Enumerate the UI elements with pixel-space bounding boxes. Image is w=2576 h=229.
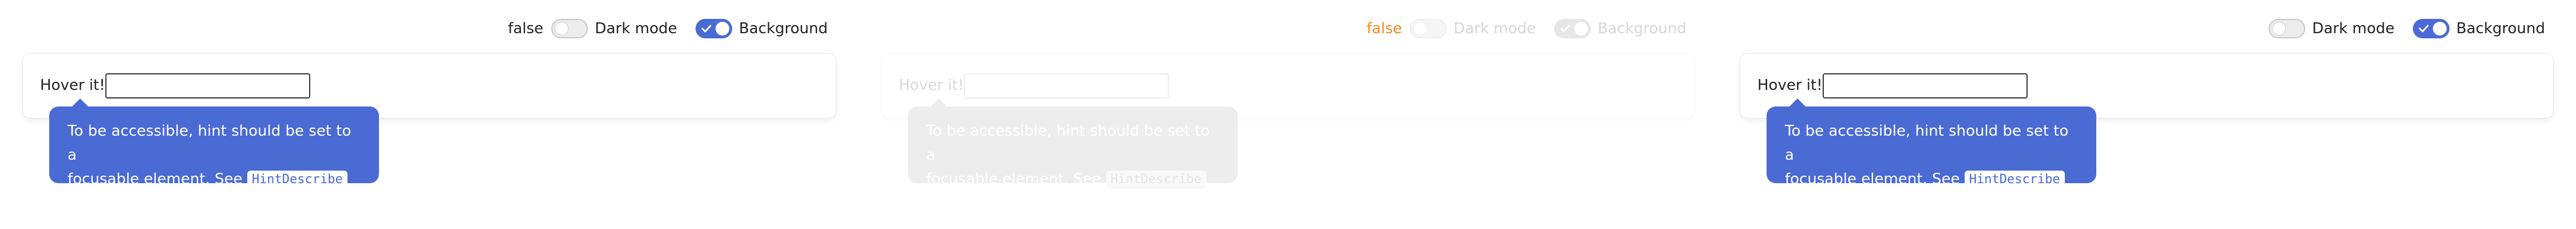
tooltip-arrow [72, 98, 88, 106]
hint-tooltip: To be accessible, hint should be set to … [908, 98, 1238, 189]
hover-label: Hover it! [1757, 77, 1823, 94]
toggle-knob [1413, 22, 1428, 35]
dark-mode-toggle[interactable] [551, 19, 588, 38]
dark-mode-label: Dark mode [2312, 20, 2395, 37]
hint-tooltip: To be accessible, hint should be set to … [1767, 98, 2096, 189]
boolean-value-text: false [1366, 20, 1402, 37]
story-panel-light-alt: Dark mode Background Hover it! To be acc… [1717, 0, 2576, 229]
background-toggle[interactable] [1554, 19, 1591, 38]
check-icon [701, 25, 712, 33]
background-label: Background [1597, 20, 1686, 37]
hint-tooltip: To be accessible, hint should be set to … [49, 98, 379, 189]
story-panel-faded: false Dark mode Background Hover it! To … [859, 0, 1717, 229]
controls-bar: false Dark mode Background [508, 17, 833, 40]
hover-input[interactable] [105, 73, 310, 98]
check-icon [1560, 25, 1570, 33]
tooltip-arrow [1789, 98, 1805, 106]
toggle-knob [715, 22, 729, 35]
toggle-knob [2272, 22, 2286, 35]
controls-bar: false Dark mode Background [1366, 17, 1692, 40]
dark-mode-label: Dark mode [595, 20, 677, 37]
boolean-value-text: false [508, 20, 544, 37]
background-toggle[interactable] [2412, 19, 2449, 38]
check-icon [2419, 25, 2429, 33]
hint-describe-code: HintDescribe [247, 170, 347, 189]
hint-describe-code: HintDescribe [1105, 170, 1206, 189]
tooltip-line-1: To be accessible, hint should be set to … [1785, 123, 2069, 164]
background-toggle[interactable] [695, 19, 732, 38]
hover-label: Hover it! [899, 77, 964, 94]
background-label: Background [2456, 20, 2545, 37]
toggle-knob [2432, 22, 2447, 35]
hover-label: Hover it! [40, 77, 105, 94]
tooltip-text-2: focusable element. See [926, 171, 1101, 188]
tooltip-line-1: To be accessible, hint should be set to … [68, 123, 351, 164]
hint-describe-code: HintDescribe [1964, 170, 2065, 189]
story-panel-light: false Dark mode Background Hover it! To … [0, 0, 859, 229]
tooltip-line-2: focusable element. See HintDescribe [68, 167, 362, 191]
dark-mode-toggle[interactable] [1410, 19, 1447, 38]
dark-mode-label: Dark mode [1453, 20, 1536, 37]
background-label: Background [738, 20, 828, 37]
toggle-knob [1574, 22, 1588, 35]
tooltip-line-1: To be accessible, hint should be set to … [926, 123, 1210, 164]
controls-bar: Dark mode Background [2261, 17, 2551, 40]
hover-input[interactable] [964, 73, 1169, 98]
tooltip-line-2: focusable element. See HintDescribe [926, 167, 1220, 191]
tooltip-line-2: focusable element. See HintDescribe [1785, 167, 2079, 191]
toggle-knob [555, 22, 569, 35]
dark-mode-toggle[interactable] [2269, 19, 2306, 38]
hover-input[interactable] [1823, 73, 2028, 98]
tooltip-arrow [931, 98, 947, 106]
tooltip-text-2: focusable element. See [68, 171, 243, 188]
tooltip-text-2: focusable element. See [1785, 171, 1960, 188]
